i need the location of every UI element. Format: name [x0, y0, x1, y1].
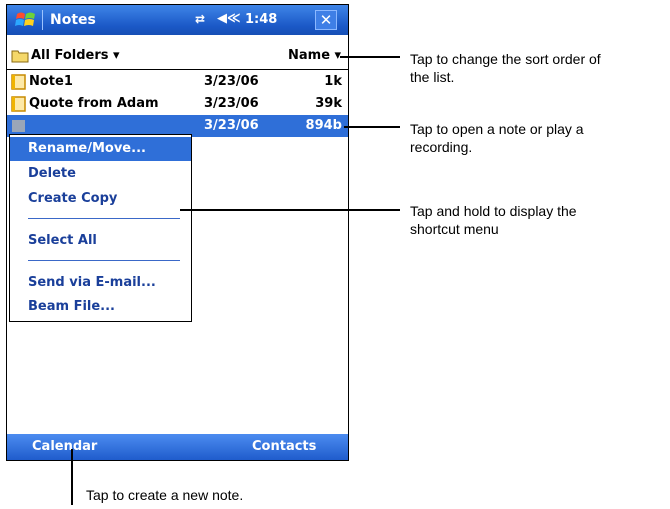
callout-text: Tap to change the sort order of [410, 51, 601, 67]
callout-open-note: Tap to open a note or play a recording. [410, 120, 584, 156]
callout-text: the list. [410, 69, 455, 85]
callout-sort-order: Tap to change the sort order of the list… [410, 50, 601, 86]
callout-new-note: Tap to create a new note. [86, 487, 244, 503]
callout-shortcut-menu: Tap and hold to display the shortcut men… [410, 202, 577, 238]
callout-text: Tap to open a note or play a [410, 121, 584, 137]
callout-text: recording. [410, 139, 473, 155]
callout-text: shortcut menu [410, 221, 499, 237]
callout-text: Tap and hold to display the [410, 203, 577, 219]
